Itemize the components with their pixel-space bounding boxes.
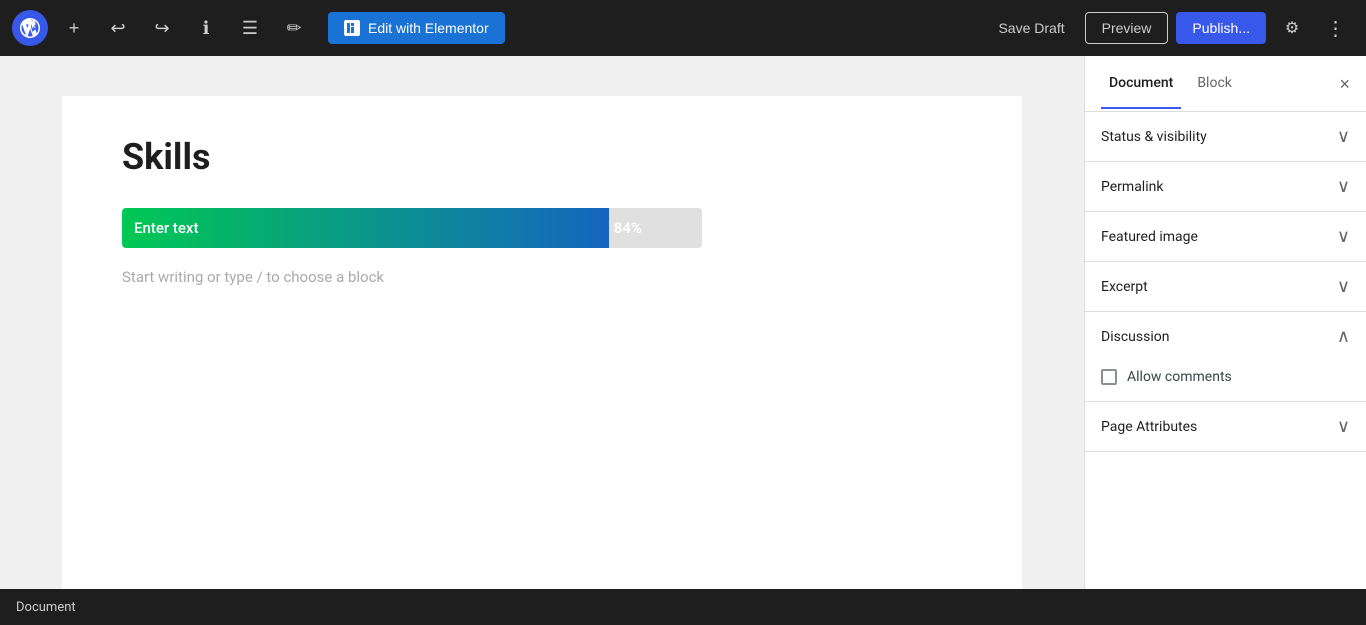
edit-elementor-label: Edit with Elementor bbox=[368, 20, 489, 36]
list-view-button[interactable]: ☰ bbox=[232, 10, 268, 46]
section-discussion-body: Allow comments bbox=[1085, 361, 1366, 401]
main-area: Skills Enter text 84% Start writing or t… bbox=[0, 56, 1366, 589]
section-permalink-header[interactable]: Permalink ∨ bbox=[1085, 162, 1366, 211]
section-featured-image-title: Featured image bbox=[1101, 229, 1198, 245]
elementor-icon bbox=[344, 20, 360, 36]
tools-button[interactable]: ✏ bbox=[276, 10, 312, 46]
sidebar-header: Document Block × bbox=[1085, 56, 1366, 112]
section-excerpt-header[interactable]: Excerpt ∨ bbox=[1085, 262, 1366, 311]
save-draft-button[interactable]: Save Draft bbox=[986, 12, 1076, 44]
sidebar: Document Block × Status & visibility ∨ P… bbox=[1084, 56, 1366, 589]
section-discussion: Discussion ∧ Allow comments bbox=[1085, 312, 1366, 402]
post-title[interactable]: Skills bbox=[122, 136, 962, 178]
section-permalink-toggle: ∨ bbox=[1337, 176, 1350, 197]
settings-button[interactable]: ⚙ bbox=[1274, 10, 1310, 46]
sidebar-close-button[interactable]: × bbox=[1339, 75, 1350, 93]
section-status-visibility-title: Status & visibility bbox=[1101, 129, 1207, 145]
section-discussion-header[interactable]: Discussion ∧ bbox=[1085, 312, 1366, 361]
progress-bar-container: Enter text 84% bbox=[122, 208, 702, 248]
section-status-visibility: Status & visibility ∨ bbox=[1085, 112, 1366, 162]
redo-button[interactable]: ↪ bbox=[144, 10, 180, 46]
more-options-button[interactable]: ⋮ bbox=[1318, 10, 1354, 46]
progress-bar-percent: 84% bbox=[614, 219, 642, 237]
section-featured-image-header[interactable]: Featured image ∨ bbox=[1085, 212, 1366, 261]
section-excerpt: Excerpt ∨ bbox=[1085, 262, 1366, 312]
edit-elementor-button[interactable]: Edit with Elementor bbox=[328, 12, 505, 44]
preview-button[interactable]: Preview bbox=[1085, 12, 1169, 44]
section-page-attributes: Page Attributes ∨ bbox=[1085, 402, 1366, 452]
tab-block[interactable]: Block bbox=[1189, 59, 1240, 109]
section-excerpt-title: Excerpt bbox=[1101, 279, 1148, 295]
bottom-bar: Document bbox=[0, 589, 1366, 625]
section-page-attributes-title: Page Attributes bbox=[1101, 419, 1197, 435]
section-status-visibility-toggle: ∨ bbox=[1337, 126, 1350, 147]
section-page-attributes-header[interactable]: Page Attributes ∨ bbox=[1085, 402, 1366, 451]
progress-bar-block[interactable]: Enter text 84% bbox=[122, 208, 962, 248]
wordpress-logo[interactable] bbox=[12, 10, 48, 46]
section-discussion-toggle: ∧ bbox=[1337, 326, 1350, 347]
progress-bar-fill: Enter text bbox=[122, 208, 609, 248]
section-permalink: Permalink ∨ bbox=[1085, 162, 1366, 212]
section-permalink-title: Permalink bbox=[1101, 179, 1163, 195]
section-discussion-title: Discussion bbox=[1101, 329, 1169, 345]
allow-comments-label[interactable]: Allow comments bbox=[1127, 369, 1232, 385]
add-block-button[interactable]: + bbox=[56, 10, 92, 46]
undo-button[interactable]: ↩ bbox=[100, 10, 136, 46]
bottom-bar-label: Document bbox=[16, 600, 76, 615]
editor-canvas[interactable]: Skills Enter text 84% Start writing or t… bbox=[0, 56, 1084, 589]
placeholder-text[interactable]: Start writing or type / to choose a bloc… bbox=[122, 268, 962, 286]
publish-button[interactable]: Publish... bbox=[1176, 12, 1266, 44]
top-toolbar: + ↩ ↪ ℹ ☰ ✏ Edit with Elementor Save Dra… bbox=[0, 0, 1366, 56]
canvas-inner: Skills Enter text 84% Start writing or t… bbox=[62, 96, 1022, 589]
allow-comments-checkbox[interactable] bbox=[1101, 369, 1117, 385]
progress-bar-text: Enter text bbox=[134, 219, 198, 237]
section-featured-image: Featured image ∨ bbox=[1085, 212, 1366, 262]
allow-comments-row: Allow comments bbox=[1101, 369, 1350, 385]
tab-document[interactable]: Document bbox=[1101, 59, 1181, 109]
section-excerpt-toggle: ∨ bbox=[1337, 276, 1350, 297]
section-page-attributes-toggle: ∨ bbox=[1337, 416, 1350, 437]
section-featured-image-toggle: ∨ bbox=[1337, 226, 1350, 247]
section-status-visibility-header[interactable]: Status & visibility ∨ bbox=[1085, 112, 1366, 161]
info-button[interactable]: ℹ bbox=[188, 10, 224, 46]
